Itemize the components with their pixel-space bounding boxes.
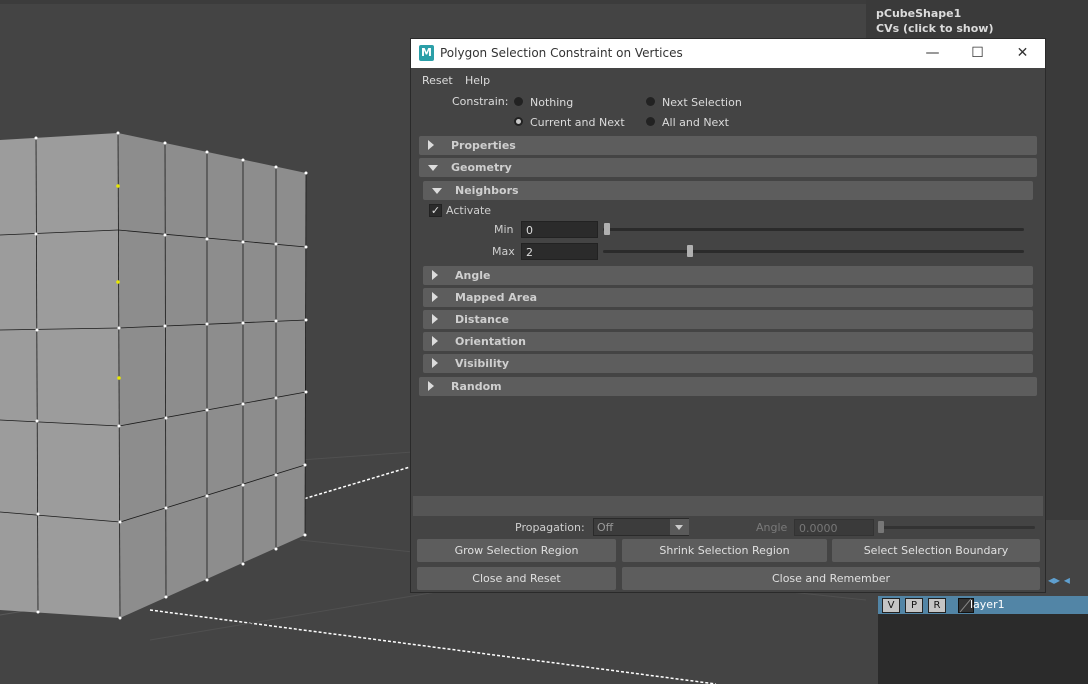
frame-geometry-label: Geometry [451,161,512,174]
frame-visibility[interactable]: Visibility [423,354,1033,373]
expand-arrow-icon [432,336,438,346]
frame-properties-label: Properties [451,139,516,152]
expand-arrow-icon [428,140,434,150]
frame-mapped-area[interactable]: Mapped Area [423,288,1033,307]
frame-angle-label: Angle [455,269,491,282]
min-label: Min [494,223,514,236]
frame-geometry[interactable]: Geometry [419,158,1037,177]
max-label: Max [492,245,515,258]
menu-reset[interactable]: Reset [422,74,453,87]
layer-row[interactable]: V P R layer1 [878,596,1088,614]
radio-current-and-next[interactable] [514,117,523,126]
dialog-title: Polygon Selection Constraint on Vertices [440,46,683,60]
expand-arrow-icon [432,314,438,324]
close-and-remember-button[interactable]: Close and Remember [622,567,1040,590]
menu-help[interactable]: Help [465,74,490,87]
shape-name[interactable]: pCubeShape1 [876,6,994,21]
min-field[interactable]: 0 [521,221,598,238]
maximize-button[interactable]: ☐ [955,39,1000,68]
frame-random[interactable]: Random [419,377,1037,396]
max-field[interactable]: 2 [521,243,598,260]
frame-properties[interactable]: Properties [419,136,1037,155]
propagation-angle-slider[interactable] [879,526,1035,529]
radio-nothing-label[interactable]: Nothing [530,96,573,109]
radio-next-selection[interactable] [646,97,655,106]
expand-arrow-icon [432,270,438,280]
minimize-button[interactable]: — [910,39,955,68]
frame-random-label: Random [451,380,502,393]
grow-selection-region-button[interactable]: Grow Selection Region [417,539,616,562]
layer-list [878,614,1088,684]
propagation-angle-slider-handle[interactable] [878,521,884,533]
close-and-reset-button[interactable]: Close and Reset [417,567,616,590]
expand-arrow-icon [432,358,438,368]
dialog-titlebar[interactable]: M Polygon Selection Constraint on Vertic… [411,39,1045,68]
min-slider-handle[interactable] [604,223,610,235]
layer-playback-button[interactable]: P [905,598,923,613]
radio-all-and-next[interactable] [646,117,655,126]
min-slider-track[interactable] [603,228,1024,231]
propagation-angle-field[interactable]: 0.0000 [794,519,874,536]
expand-arrow-icon [428,381,434,391]
expand-arrow-icon [432,292,438,302]
radio-nothing[interactable] [514,97,523,106]
frame-distance[interactable]: Distance [423,310,1033,329]
shrink-selection-region-button[interactable]: Shrink Selection Region [622,539,827,562]
collapse-arrow-icon [428,165,438,171]
frame-angle[interactable]: Angle [423,266,1033,285]
activate-label[interactable]: Activate [446,204,491,217]
propagation-label: Propagation: [515,521,585,534]
frame-visibility-label: Visibility [455,357,510,370]
radio-all-and-next-label[interactable]: All and Next [662,116,729,129]
chevron-down-icon[interactable] [670,519,689,535]
frame-orientation-label: Orientation [455,335,526,348]
constrain-label: Constrain: [452,95,509,108]
frame-distance-label: Distance [455,313,509,326]
radio-current-and-next-label[interactable]: Current and Next [530,116,625,129]
polygon-selection-constraint-dialog: M Polygon Selection Constraint on Vertic… [410,38,1046,593]
layer-name[interactable]: layer1 [970,598,1005,611]
frame-neighbors[interactable]: Neighbors [423,181,1033,200]
collapse-arrow-icon [432,188,442,194]
frame-mapped-area-label: Mapped Area [455,291,538,304]
layer-reference-button[interactable]: R [928,598,946,613]
max-slider-handle[interactable] [687,245,693,257]
frame-neighbors-label: Neighbors [455,184,519,197]
select-selection-boundary-button[interactable]: Select Selection Boundary [832,539,1040,562]
close-button[interactable]: ✕ [1000,39,1045,68]
activate-checkbox[interactable]: ✓ [429,204,442,217]
radio-next-selection-label[interactable]: Next Selection [662,96,742,109]
dialog-menubar: Reset Help [411,69,1045,91]
cvs-hint[interactable]: CVs (click to show) [876,21,994,36]
angle-label: Angle [756,521,788,534]
layer-nav-arrows[interactable]: ◂▸ ◂ [1048,573,1070,587]
layer-visible-button[interactable]: V [882,598,900,613]
frame-orientation[interactable]: Orientation [423,332,1033,351]
shape-info: pCubeShape1 CVs (click to show) [876,6,994,36]
maya-app-icon: M [419,45,434,61]
status-strip [413,496,1043,516]
max-slider-track[interactable] [603,250,1024,253]
